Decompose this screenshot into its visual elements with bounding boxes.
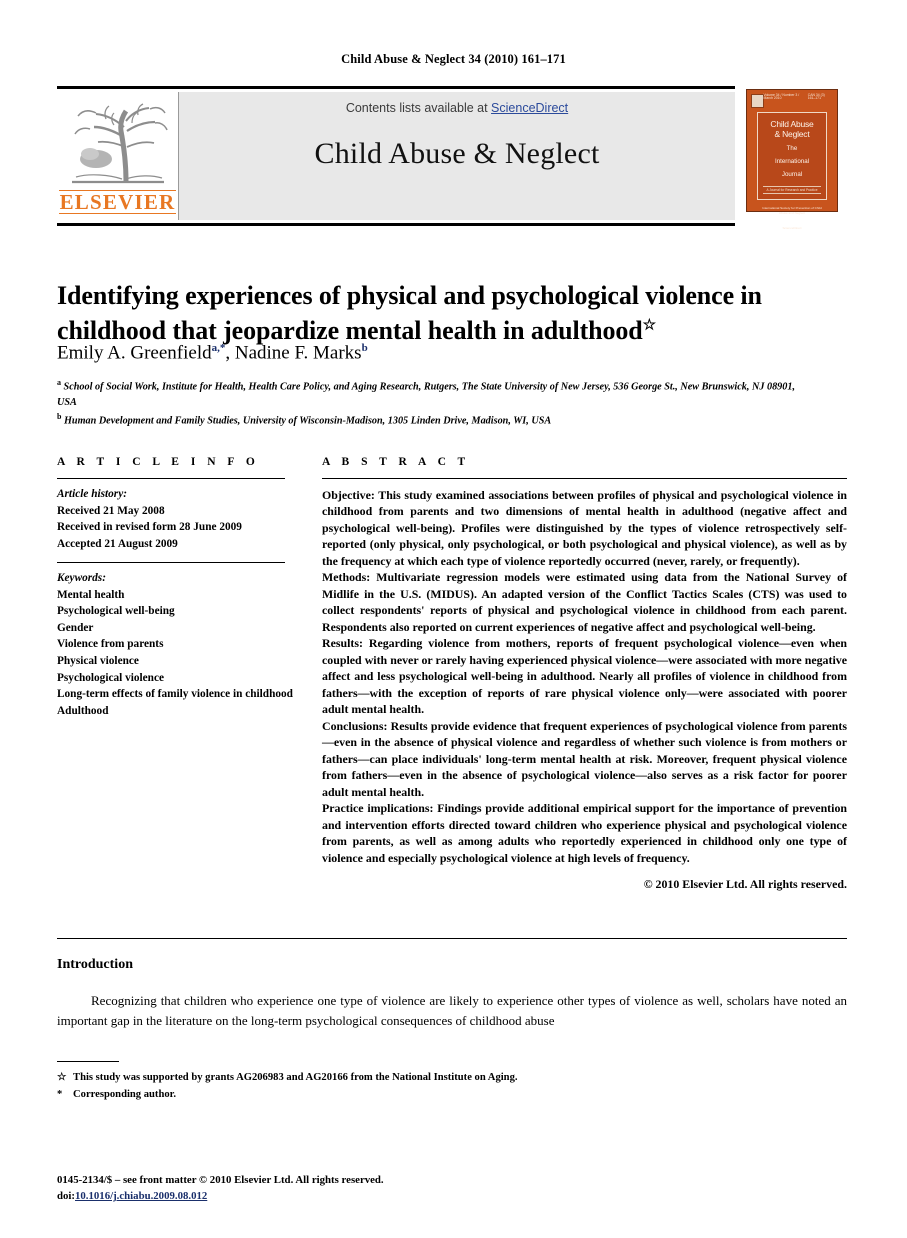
footnote-text: This study was supported by grants AG206… (73, 1072, 518, 1083)
abstract-section-label: Objective: (322, 488, 375, 502)
colophon: 0145-2134/$ – see front matter © 2010 El… (57, 1172, 757, 1204)
keyword-item: Adulthood (57, 704, 109, 717)
elsevier-wordmark: ELSEVIER (58, 189, 177, 214)
keyword-item: Physical violence (57, 654, 139, 667)
footnote-text: Corresponding author. (73, 1089, 177, 1101)
abstract-section-label: Methods: (322, 570, 371, 585)
abstract-body: Objective: This study examined associati… (322, 487, 847, 893)
contents-lists-line: Contents lists available at ScienceDirec… (346, 101, 568, 115)
abstract-section: Methods: Multivariate regression models … (322, 569, 847, 635)
affiliation-b-marker: b (57, 412, 62, 422)
cover-subtitle-line3: Journal (781, 171, 803, 179)
abstract-bottom-rule (57, 938, 847, 939)
article-info-rule (57, 478, 285, 479)
affiliation-a-marker: a (57, 378, 61, 387)
keyword-item: Long-term effects of family violence in … (57, 688, 293, 701)
abstract-section-text: Multivariate regression models were esti… (322, 570, 847, 634)
sciencedirect-link[interactable]: ScienceDirect (491, 101, 568, 115)
cover-tagline: A Journal for Research and Practice (763, 186, 821, 195)
footnote-item: ☆ This study was supported by grants AG20… (57, 1069, 757, 1086)
abstract-rule (322, 478, 847, 479)
keyword-item: Mental health (57, 588, 125, 601)
footnotes: ☆ This study was supported by grants AG20… (57, 1069, 757, 1104)
cover-top-center-label: Volume 34 / Number 3 / March 2010 (763, 93, 800, 101)
keyword-item: Gender (57, 621, 94, 634)
keywords-rule (57, 562, 285, 563)
doi-link[interactable]: 10.1016/j.chiabu.2009.08.012 (75, 1190, 207, 1202)
affiliation-a: a School of Social Work, Institute for H… (57, 377, 817, 411)
affiliation-a-text: School of Social Work, Institute for Hea… (57, 381, 795, 409)
keyword-item: Violence from parents (57, 638, 164, 651)
page-title: Identifying experiences of physical and … (57, 279, 847, 349)
abstract-section-label: Practice implications: (322, 801, 434, 816)
elsevier-logo: ELSEVIER (57, 92, 179, 220)
keyword-item: Psychological violence (57, 671, 164, 684)
abstract-heading: A B S T R A C T (322, 456, 470, 468)
author-list: Emily A. Greenfielda,*, Nadine F. Marksb (57, 342, 847, 364)
keywords-label: Keywords: (57, 572, 106, 584)
article-history-label: Article history: (57, 488, 127, 500)
cover-top-right-label: CAN 34 (3) 161–171 (807, 93, 825, 101)
article-revised-date: Received in revised form 28 June 2009 (57, 521, 242, 534)
cover-title-line2: & Neglect (774, 128, 810, 139)
abstract-section: Practice implications: Findings provide … (322, 800, 847, 866)
elsevier-tree-icon (66, 97, 170, 189)
abstract-copyright: © 2010 Elsevier Ltd. All rights reserved… (643, 877, 847, 892)
affiliation-b: b Human Development and Family Studies, … (57, 411, 817, 429)
cover-society-line: International Society for Prevention of … (762, 206, 822, 216)
title-footnote-marker: ☆ (642, 317, 657, 334)
abstract-section-text: Regarding violence from mothers, reports… (322, 636, 847, 717)
affiliations: a School of Social Work, Institute for H… (57, 377, 817, 429)
abstract-section: Results: Regarding violence from mothers… (322, 635, 847, 717)
author-name-2: Nadine F. Marks (234, 342, 362, 364)
author-1-affiliation-marks: a,* (211, 342, 226, 354)
doi-prefix: doi: (57, 1190, 75, 1203)
keyword-item: Psychological well-being (57, 605, 175, 618)
abstract-section: Objective: This study examined associati… (322, 487, 847, 569)
contents-lists-text: Contents lists available at (345, 101, 492, 115)
article-title-text: Identifying experiences of physical and … (57, 281, 762, 346)
article-accepted-date: Accepted 21 August 2009 (57, 537, 178, 550)
article-received-date: Received 21 May 2008 (57, 504, 165, 517)
journal-article-page: Child Abuse & Neglect 34 (2010) 161–171 (0, 0, 907, 1238)
cover-publisher-badge (751, 94, 764, 108)
cover-subtitle-line2: International (774, 158, 810, 166)
introduction-heading: Introduction (57, 957, 133, 972)
journal-title: Child Abuse & Neglect (314, 137, 600, 170)
abstract-section-text: This study examined associations between… (322, 488, 847, 568)
journal-masthead: ELSEVIER Contents lists available at Sci… (57, 86, 735, 226)
article-info-heading: A R T I C L E I N F O (57, 456, 260, 468)
journal-title-band: Contents lists available at ScienceDirec… (179, 92, 735, 220)
cover-subtitle-line1: The (786, 145, 798, 153)
running-head: Child Abuse & Neglect 34 (2010) 161–171 (341, 52, 566, 66)
author-separator: , (225, 342, 235, 364)
footnote-rule (57, 1061, 119, 1062)
introduction-paragraph: Recognizing that children who experience… (57, 993, 847, 1029)
footnote-marker: * (57, 1089, 63, 1101)
journal-cover-thumbnail: Volume 34 / Number 3 / March 2010 CAN 34… (746, 89, 838, 230)
abstract-section-label: Conclusions: (322, 718, 388, 733)
doi-line: doi:10.1016/j.chiabu.2009.08.012 (57, 1188, 757, 1204)
cover-availability-line: ScienceDirect (782, 225, 802, 230)
cover-inner-panel: Child Abuse & Neglect The International … (757, 112, 827, 230)
abstract-section: Conclusions: Results provide evidence th… (322, 718, 847, 800)
issn-line: 0145-2134/$ – see front matter © 2010 El… (57, 1174, 384, 1186)
abstract-section-label: Results: (322, 636, 363, 651)
cover-top-row: Volume 34 / Number 3 / March 2010 CAN 34… (751, 93, 833, 108)
affiliation-b-text: Human Development and Family Studies, Un… (64, 415, 552, 427)
article-history-block: Article history: Received 21 May 2008 Re… (57, 486, 307, 552)
author-name-1: Emily A. Greenfield (57, 342, 212, 364)
footnote-marker: ☆ (57, 1072, 67, 1083)
author-2-affiliation-marks: b (361, 342, 368, 354)
abstract-section-text: Results provide evidence that frequent e… (322, 718, 847, 799)
keywords-block: Keywords: Mental health Psychological we… (57, 570, 307, 719)
footnote-item: * Corresponding author. (57, 1086, 757, 1103)
